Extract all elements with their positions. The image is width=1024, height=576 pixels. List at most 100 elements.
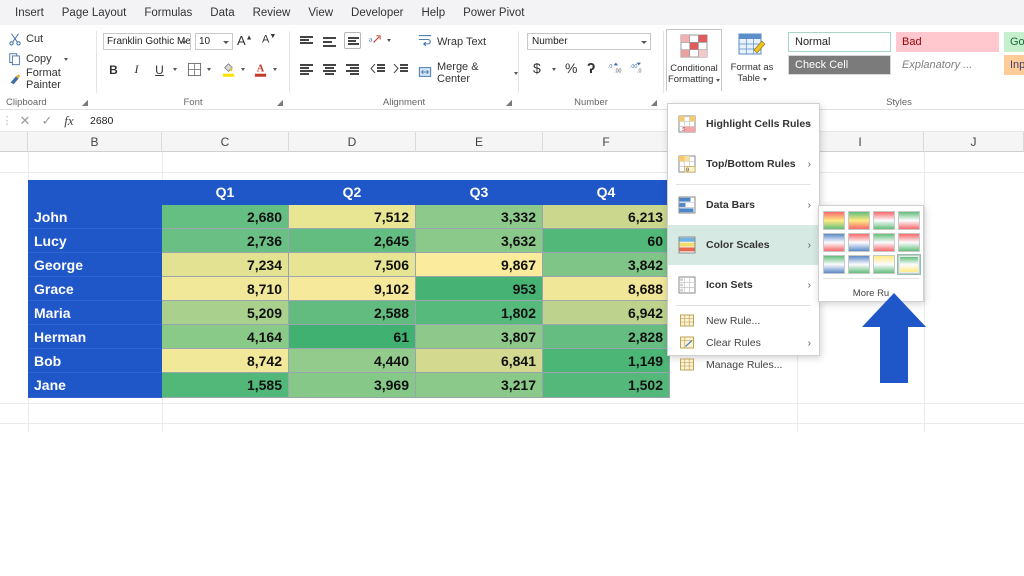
italic-button[interactable]: I xyxy=(128,61,145,78)
number-dialog-launcher[interactable]: ◢ xyxy=(651,98,657,107)
align-top-button[interactable] xyxy=(298,33,315,50)
table-cell[interactable]: 3,332 xyxy=(416,205,543,229)
menu-item-view[interactable]: View xyxy=(299,4,342,22)
increase-decimal-button[interactable]: .0 .00 xyxy=(607,61,623,80)
table-cell[interactable]: 5,209 xyxy=(162,301,289,325)
table-cell[interactable]: 9,867 xyxy=(416,253,543,277)
font-size-chevron-down-icon[interactable] xyxy=(223,40,229,44)
percent-button[interactable]: % xyxy=(565,60,577,76)
color-scale-swatch-12[interactable] xyxy=(897,254,921,275)
table-cell[interactable]: 1,802 xyxy=(416,301,543,325)
align-right-button[interactable] xyxy=(344,61,361,78)
menu-item-page-layout[interactable]: Page Layout xyxy=(53,4,136,22)
orientation-dropdown-arrow-icon[interactable] xyxy=(387,39,391,42)
clipboard-dialog-launcher[interactable]: ◢ xyxy=(82,98,88,107)
menu-item-highlight-cells-rules[interactable]: 5 Highlight Cells Rules › xyxy=(668,104,819,144)
align-bottom-button[interactable] xyxy=(344,32,361,49)
menu-item-manage-rules[interactable]: Manage Rules... xyxy=(668,354,819,376)
column-header-F[interactable]: F xyxy=(543,132,670,152)
menu-item-insert[interactable]: Insert xyxy=(6,4,53,22)
column-header-J[interactable]: J xyxy=(924,132,1024,152)
font-color-button[interactable]: A xyxy=(253,61,268,83)
font-name-chevron-down-icon[interactable] xyxy=(181,40,187,44)
font-size-combobox[interactable]: 10 xyxy=(195,33,233,50)
menu-item-formulas[interactable]: Formulas xyxy=(135,4,201,22)
number-format-chevron-down-icon[interactable] xyxy=(641,40,647,44)
formula-input[interactable]: 2680 xyxy=(84,112,1024,129)
color-scale-swatch-8[interactable] xyxy=(898,233,920,252)
menu-item-clear-rules[interactable]: Clear Rules › xyxy=(668,332,819,354)
table-cell[interactable]: 1,585 xyxy=(162,373,289,398)
borders-dropdown-arrow-icon[interactable] xyxy=(207,68,211,71)
underline-dropdown-arrow-icon[interactable] xyxy=(173,68,177,71)
format-as-table-dropdown-arrow-icon[interactable] xyxy=(762,78,767,81)
alignment-dialog-launcher[interactable]: ◢ xyxy=(506,98,512,107)
cancel-entry-button[interactable]: ✕ xyxy=(14,113,36,129)
table-row[interactable]: Maria xyxy=(28,301,162,325)
currency-button[interactable]: $ xyxy=(533,60,541,76)
column-header-E[interactable]: E xyxy=(416,132,543,152)
color-scale-swatch-10[interactable] xyxy=(848,255,870,274)
table-row[interactable]: George xyxy=(28,253,162,277)
cell-style-explanatory[interactable]: Explanatory ... xyxy=(896,55,999,75)
underline-button[interactable]: U xyxy=(151,61,168,78)
format-painter-button[interactable]: Format Painter xyxy=(8,67,96,91)
table-cell[interactable]: 4,164 xyxy=(162,325,289,349)
table-cell[interactable]: 1,149 xyxy=(543,349,670,373)
table-cell[interactable]: 60 xyxy=(543,229,670,253)
table-cell[interactable]: 953 xyxy=(416,277,543,301)
color-scale-swatch-6[interactable] xyxy=(848,233,870,252)
color-scale-swatch-11[interactable] xyxy=(873,255,895,274)
table-cell[interactable]: 3,217 xyxy=(416,373,543,398)
fill-color-dropdown-arrow-icon[interactable] xyxy=(241,68,245,71)
cell-style-check-cell[interactable]: Check Cell xyxy=(788,55,891,75)
column-header-D[interactable]: D xyxy=(289,132,416,152)
decrease-indent-button[interactable] xyxy=(370,61,387,78)
decrease-decimal-button[interactable]: .00 .0 xyxy=(629,61,645,80)
table-cell[interactable]: 7,506 xyxy=(289,253,416,277)
table-cell[interactable]: 3,969 xyxy=(289,373,416,398)
font-name-combobox[interactable]: Franklin Gothic Me xyxy=(103,33,191,50)
table-cell[interactable]: 61 xyxy=(289,325,416,349)
menu-item-developer[interactable]: Developer xyxy=(342,4,412,22)
cut-button[interactable]: Cut xyxy=(8,30,43,48)
table-row[interactable]: Jane xyxy=(28,373,162,398)
color-scale-swatch-3[interactable] xyxy=(873,211,895,230)
table-header-blank[interactable] xyxy=(28,180,162,205)
color-scale-swatch-9[interactable] xyxy=(823,255,845,274)
table-header-q2[interactable]: Q2 xyxy=(289,180,416,205)
table-cell[interactable]: 9,102 xyxy=(289,277,416,301)
conditional-formatting-dropdown-arrow-icon[interactable] xyxy=(716,79,721,82)
table-header-q3[interactable]: Q3 xyxy=(416,180,543,205)
align-left-button[interactable] xyxy=(298,61,315,78)
number-format-combobox[interactable]: Number xyxy=(527,33,651,50)
menu-item-color-scales[interactable]: Color Scales › xyxy=(668,225,819,265)
table-cell[interactable]: 3,632 xyxy=(416,229,543,253)
cell-style-good[interactable]: Good xyxy=(1004,32,1024,52)
align-center-button[interactable] xyxy=(321,61,338,78)
table-cell[interactable]: 7,234 xyxy=(162,253,289,277)
table-row[interactable]: John xyxy=(28,205,162,229)
copy-dropdown-arrow-icon[interactable] xyxy=(63,57,68,61)
table-cell[interactable]: 4,440 xyxy=(289,349,416,373)
format-as-table-button[interactable]: Format as Table xyxy=(724,29,780,91)
conditional-formatting-button[interactable]: Conditional Formatting xyxy=(666,29,722,91)
table-row[interactable]: Herman xyxy=(28,325,162,349)
copy-button[interactable]: Copy xyxy=(8,50,68,68)
fill-color-button[interactable] xyxy=(221,61,236,83)
table-cell[interactable]: 3,807 xyxy=(416,325,543,349)
table-cell[interactable]: 3,842 xyxy=(543,253,670,277)
table-cell[interactable]: 6,942 xyxy=(543,301,670,325)
orientation-button[interactable]: a xyxy=(367,33,382,53)
color-scale-swatch-5[interactable] xyxy=(823,233,845,252)
column-header-C[interactable]: C xyxy=(162,132,289,152)
menu-item-data-bars[interactable]: Data Bars › xyxy=(668,185,819,225)
menu-item-top-bottom-rules[interactable]: 0 Top/Bottom Rules › xyxy=(668,144,819,184)
table-cell[interactable]: 8,710 xyxy=(162,277,289,301)
table-cell[interactable]: 6,213 xyxy=(543,205,670,229)
table-row[interactable]: Lucy xyxy=(28,229,162,253)
table-cell[interactable]: 1,502 xyxy=(543,373,670,398)
merge-center-button[interactable]: Merge & Center xyxy=(418,61,518,85)
table-cell[interactable]: 2,736 xyxy=(162,229,289,253)
menu-item-power-pivot[interactable]: Power Pivot xyxy=(454,4,533,22)
